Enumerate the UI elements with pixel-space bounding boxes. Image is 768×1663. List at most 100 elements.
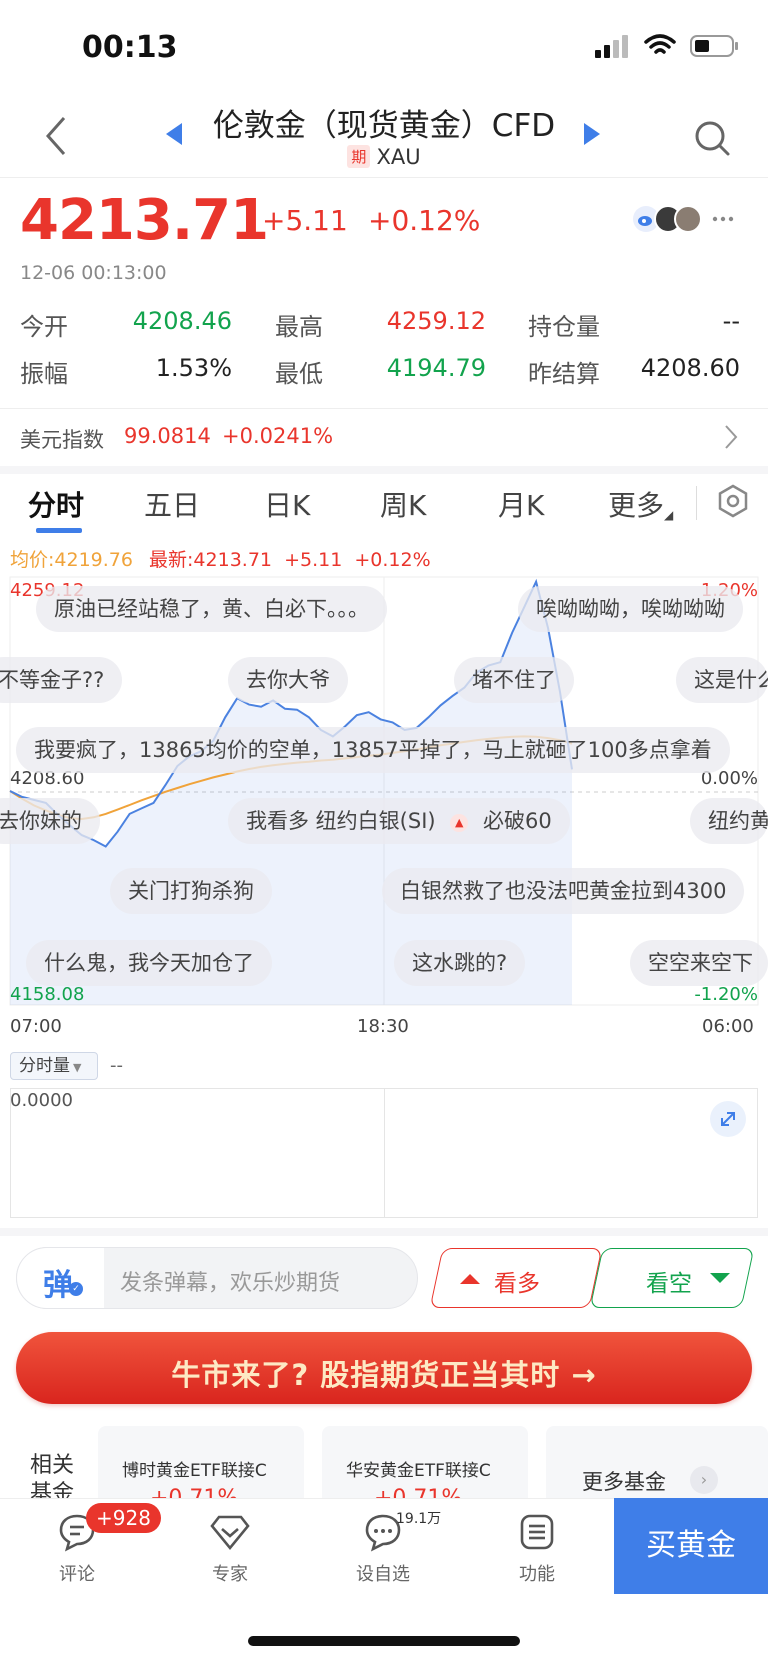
danmaku-bubble[interactable]: 关门打狗杀狗 [110, 868, 272, 914]
prev-settle-value: 4208.60 [640, 354, 740, 382]
x-axis-start: 07:00 [10, 1016, 62, 1037]
nav-expert[interactable]: 专家 [185, 1512, 275, 1586]
tab-daily-k[interactable]: 日K [264, 484, 310, 524]
danmaku-bubble[interactable]: 我要疯了，13865均价的空单，13857平掉了，马上就砸了100多点拿着 [16, 727, 730, 773]
average-price: 均价:4219.76 [10, 549, 133, 571]
nav-functions-label: 功能 [519, 1564, 555, 1585]
tab-divider [696, 486, 697, 520]
high-label: 最高 [275, 313, 323, 341]
home-indicator[interactable] [248, 1636, 520, 1646]
futures-badge: 期 [347, 145, 371, 168]
stats-divider [0, 408, 768, 409]
promo-banner-text: 牛市来了? 股指期货正当其时 → [171, 1358, 597, 1392]
chart-change: +5.11 [284, 549, 343, 571]
danmaku-bubble[interactable]: 白银然救了也没法吧黄金拉到4300 [382, 868, 745, 914]
check-badge-icon: ✓ [69, 1282, 83, 1296]
y-axis-bottom: 4158.08 [10, 984, 85, 1005]
usd-index-value: 99.0814 [124, 424, 211, 448]
status-time: 00:13 [82, 30, 178, 65]
symbol-code: XAU [376, 145, 421, 169]
expand-icon[interactable] [710, 1101, 746, 1137]
price-change-pct: +0.12% [368, 204, 481, 237]
quote-datetime: 12-06 00:13:00 [20, 262, 167, 284]
menu-list-icon [520, 1514, 554, 1550]
tab-monthly-k[interactable]: 月K [498, 484, 544, 524]
next-contract-icon[interactable] [584, 123, 600, 145]
buy-gold-button[interactable]: 买黄金 [614, 1498, 768, 1594]
search-icon[interactable] [692, 118, 732, 158]
settings-icon[interactable] [716, 484, 750, 518]
community-avatars[interactable] [632, 205, 738, 233]
usd-index-row[interactable] [0, 412, 768, 464]
danmaku-bubble[interactable]: 这水跳的? [394, 940, 526, 986]
bear-down-icon [710, 1273, 730, 1283]
price-change: +5.11 [262, 204, 348, 237]
tab-weekly-k[interactable]: 周K [380, 484, 426, 524]
nav-comment-label: 评论 [59, 1564, 95, 1585]
danmaku-placeholder: 发条弹幕，欢乐炒期货 [120, 1271, 341, 1296]
open-interest-label: 持仓量 [528, 313, 600, 341]
danmaku-bubble[interactable]: 去你大爷 [228, 657, 348, 703]
watchlist-count: 19.1万 [396, 1511, 442, 1527]
x-axis-mid: 18:30 [357, 1016, 409, 1037]
x-axis-end: 06:00 [702, 1016, 754, 1037]
bullish-label: 看多 [494, 1271, 540, 1297]
battery-icon [690, 35, 738, 57]
open-label: 今开 [20, 313, 68, 341]
volume-indicator-select[interactable]: 分时量 ▼ [10, 1052, 98, 1080]
page-title: 伦敦金（现货黄金）CFD [212, 108, 556, 144]
danmaku-bubble[interactable]: 纽约黄 [690, 798, 768, 844]
dropdown-corner-icon: ◢ [664, 508, 674, 522]
tab-intraday[interactable]: 分时 [28, 484, 84, 524]
danmaku-bubble[interactable]: 不等金子?? [0, 657, 123, 703]
more-funds-label: 更多基金 [582, 1470, 666, 1494]
active-tab-indicator [36, 528, 82, 533]
fund-name: 博时黄金ETF联接C [122, 1461, 267, 1481]
danmaku-bubble[interactable]: 空空来空下 [630, 940, 768, 986]
volume-axis-zero: 0.0000 [10, 1090, 73, 1111]
wifi-icon [644, 34, 676, 54]
avatar [674, 205, 702, 233]
danmaku-bubble[interactable]: 唉呦呦呦，唉呦呦呦 [518, 586, 743, 632]
tab-five-day[interactable]: 五日 [144, 484, 200, 524]
comment-count-badge: +928 [86, 1503, 161, 1533]
section-gap [0, 1228, 768, 1236]
danmaku-text: 必破60 [482, 809, 552, 833]
latest-price: 最新:4213.71 [149, 549, 273, 571]
danmaku-bubble[interactable]: 原油已经站稳了，黄、白必下。。。 [36, 586, 387, 632]
danmaku-bubble[interactable]: 去你妹的 [0, 798, 100, 844]
chevron-down-icon: ▼ [73, 1061, 82, 1074]
danmaku-bubble-poll[interactable]: 我看多 纽约白银(SI) ▲ 必破60 [228, 798, 570, 844]
chart-info-line: 均价:4219.76 最新:4213.71 +5.11 +0.12% [10, 545, 431, 572]
chevron-right-icon[interactable] [724, 424, 738, 450]
more-icon[interactable] [708, 205, 738, 233]
open-value: 4208.46 [132, 307, 232, 335]
tab-more-label: 更多 [608, 489, 665, 522]
usd-index-label: 美元指数 [20, 428, 104, 452]
amplitude-label: 振幅 [20, 360, 68, 388]
tab-more[interactable]: 更多◢ [608, 484, 673, 524]
nav-watchlist-label: 设自选 [356, 1564, 410, 1585]
danmaku-bubble[interactable]: 堵不住了 [454, 657, 574, 703]
volume-grid-line [384, 1088, 385, 1218]
chevron-right-icon: › [690, 1466, 718, 1494]
signal-icon [595, 35, 628, 58]
bull-up-icon [460, 1274, 480, 1284]
usd-index-change: +0.0241% [222, 424, 334, 448]
danmaku-bubble[interactable]: 这是什么 [676, 657, 768, 703]
danmaku-bubble[interactable]: 什么鬼，我今天加仓了 [26, 940, 272, 986]
status-icons [594, 34, 740, 58]
high-value: 4259.12 [386, 307, 486, 335]
danmaku-icon-text: 弹 [43, 1268, 73, 1303]
low-label: 最低 [275, 360, 323, 388]
chart-change-pct: +0.12% [354, 549, 431, 571]
danmaku-icon[interactable]: 弹 ✓ [16, 1247, 104, 1309]
amplitude-value: 1.53% [155, 354, 232, 382]
diamond-icon [210, 1515, 250, 1551]
prev-settle-label: 昨结算 [528, 360, 600, 388]
volume-value: -- [110, 1055, 123, 1076]
last-price: 4213.71 [20, 188, 269, 253]
nav-expert-label: 专家 [212, 1564, 248, 1585]
up-triangle-icon: ▲ [450, 814, 469, 832]
nav-functions[interactable]: 功能 [492, 1512, 582, 1586]
